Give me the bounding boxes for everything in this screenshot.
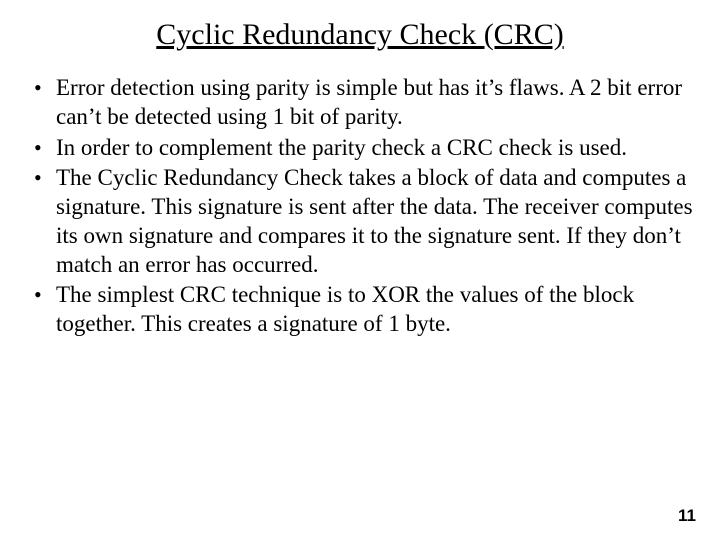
- list-item: Error detection using parity is simple b…: [32, 74, 696, 132]
- slide: Cyclic Redundancy Check (CRC) Error dete…: [0, 0, 720, 540]
- bullet-list: Error detection using parity is simple b…: [24, 74, 696, 339]
- slide-title: Cyclic Redundancy Check (CRC): [24, 18, 696, 52]
- list-item: In order to complement the parity check …: [32, 134, 696, 163]
- page-number: 11: [678, 506, 696, 526]
- list-item: The simplest CRC technique is to XOR the…: [32, 281, 696, 339]
- list-item: The Cyclic Redundancy Check takes a bloc…: [32, 164, 696, 279]
